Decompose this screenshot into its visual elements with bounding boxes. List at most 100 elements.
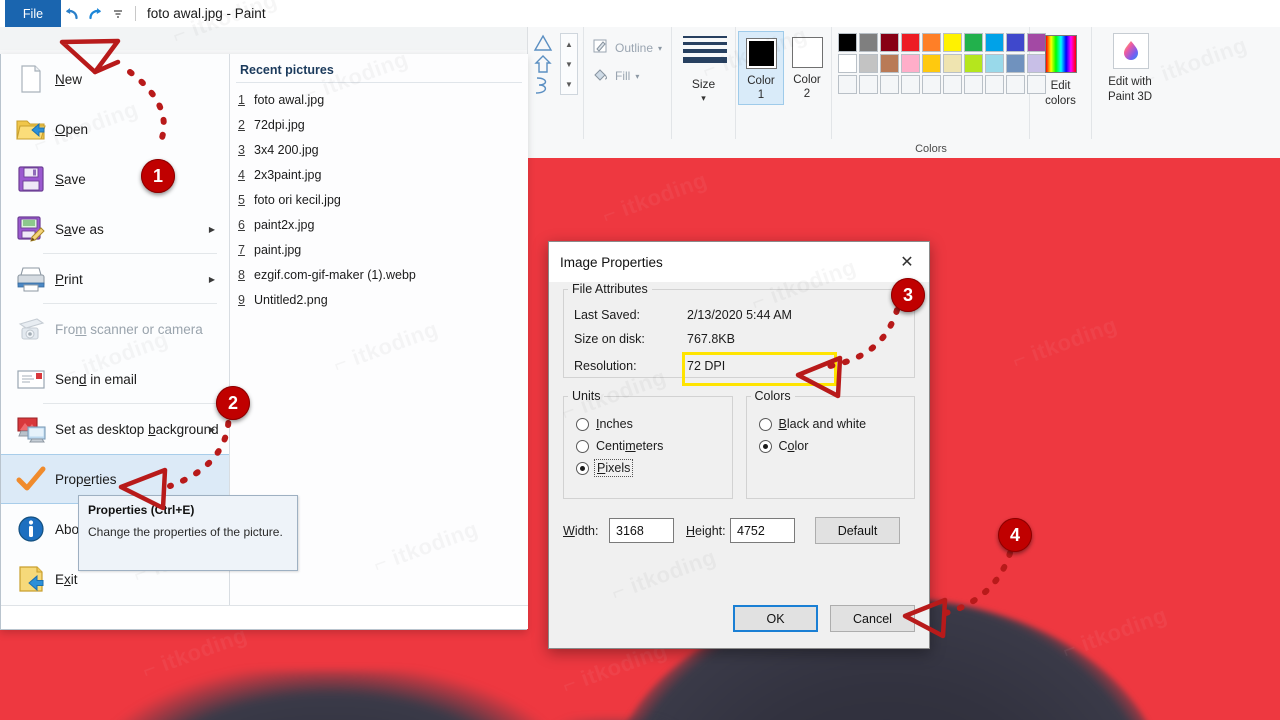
redo-icon[interactable] [84, 3, 106, 25]
properties-tooltip: Properties (Ctrl+E) Change the propertie… [78, 495, 298, 571]
palette-swatch-r2-c2[interactable] [859, 54, 878, 73]
color-palette-grid[interactable] [838, 33, 1046, 94]
recent-picture-item[interactable]: 2 72dpi.jpg [238, 112, 522, 137]
shapes-scroll-controls[interactable]: ▲ ▼ ▼ [560, 33, 578, 95]
close-icon[interactable]: ✕ [885, 242, 929, 282]
ribbon-group-size[interactable]: Size ▾ [672, 27, 736, 139]
file-menu-item-save-as[interactable]: Save as ▶ [1, 204, 229, 254]
color-spectrum-icon [1045, 35, 1077, 73]
recent-picture-item[interactable]: 6 paint2x.jpg [238, 212, 522, 237]
palette-swatch-r3-c7[interactable] [964, 75, 983, 94]
tab-file[interactable]: File [5, 0, 61, 27]
radio-label: Centimeters [596, 439, 664, 453]
default-button[interactable]: Default [815, 517, 900, 544]
edit-colors-button[interactable]: Edit colors [1030, 27, 1092, 139]
palette-swatch-r3-c5[interactable] [922, 75, 941, 94]
palette-swatch-r1-c5[interactable] [922, 33, 941, 52]
palette-swatch-r1-c4[interactable] [901, 33, 920, 52]
customize-qat-icon[interactable] [107, 3, 129, 25]
colors-legend: Colors [754, 389, 791, 403]
recent-picture-item[interactable]: 4 2x3paint.jpg [238, 162, 522, 187]
scroll-down-icon[interactable]: ▼ [561, 54, 577, 74]
edit-with-paint3d-button[interactable]: Edit with Paint 3D [1092, 27, 1168, 139]
chevron-down-icon[interactable]: ▾ [635, 72, 639, 81]
palette-swatch-r1-c9[interactable] [1006, 33, 1025, 52]
color-2-swatch [791, 37, 823, 68]
scroll-up-icon[interactable]: ▲ [561, 34, 577, 54]
height-input[interactable]: 4752 [730, 518, 795, 543]
width-input[interactable]: 3168 [609, 518, 674, 543]
chevron-down-icon[interactable]: ▾ [658, 44, 662, 53]
ribbon-right-groups: ▲ ▼ ▼ Outline ▾ Fill ▾ Size ▾ Color 1 Co… [527, 27, 1280, 158]
recent-picture-item[interactable]: 5 foto ori kecil.jpg [238, 187, 522, 212]
radio-color[interactable]: Color [758, 439, 915, 453]
shapes-expand-icon[interactable]: ▼ [561, 74, 577, 94]
palette-swatch-r2-c1[interactable] [838, 54, 857, 73]
annotation-badge-1: 1 [141, 159, 175, 193]
radio-indicator [576, 461, 589, 475]
file-menu-item-label: Set as desktop background [55, 421, 219, 437]
cancel-button[interactable]: Cancel [830, 605, 915, 632]
file-menu-item-set-as-desktop-background[interactable]: Set as desktop background ▶ [1, 404, 229, 454]
triangle-shape-icon[interactable] [532, 32, 554, 54]
recent-picture-item[interactable]: 3 3x4 200.jpg [238, 137, 522, 162]
watermark: ⌐ itkoding [608, 544, 720, 606]
palette-swatch-r1-c7[interactable] [964, 33, 983, 52]
palette-swatch-r3-c4[interactable] [901, 75, 920, 94]
new-document-icon [13, 61, 49, 97]
backstage-footer [1, 605, 528, 629]
palette-swatch-r2-c8[interactable] [985, 54, 1004, 73]
attr-key: Size on disk: [574, 332, 645, 346]
file-menu-item-print[interactable]: Print ▶ [1, 254, 229, 304]
palette-swatch-r1-c2[interactable] [859, 33, 878, 52]
chevron-down-icon[interactable]: ▾ [672, 93, 735, 104]
screen-root: ⌐ itkoding ⌐ itkoding ⌐ itkoding ⌐ itkod… [0, 0, 1280, 720]
fill-button[interactable]: Fill ▾ [592, 66, 639, 86]
recent-picture-item[interactable]: 8 ezgif.com-gif-maker (1).webp [238, 262, 522, 287]
pentagon-arrow-shape-icon[interactable] [532, 53, 554, 75]
annotation-badge-4: 4 [998, 518, 1032, 552]
palette-swatch-r3-c2[interactable] [859, 75, 878, 94]
palette-swatch-r3-c1[interactable] [838, 75, 857, 94]
palette-swatch-r2-c7[interactable] [964, 54, 983, 73]
radio-inches[interactable]: Inches [576, 417, 732, 431]
paint3d-label: Edit with Paint 3D [1107, 76, 1153, 103]
palette-swatch-r2-c5[interactable] [922, 54, 941, 73]
palette-swatch-r3-c9[interactable] [1006, 75, 1025, 94]
ok-button[interactable]: OK [733, 605, 818, 632]
radio-black-and-white[interactable]: Black and white [758, 417, 915, 431]
palette-swatch-r1-c3[interactable] [880, 33, 899, 52]
palette-swatch-r2-c4[interactable] [901, 54, 920, 73]
undo-icon[interactable] [61, 3, 83, 25]
file-menu-item-send-in-email[interactable]: Send in email [1, 354, 229, 404]
file-menu-item-open[interactable]: Open [1, 104, 229, 154]
palette-swatch-r3-c8[interactable] [985, 75, 1004, 94]
dialog-body: File Attributes Last Saved: 2/13/2020 5:… [549, 282, 929, 544]
file-menu-item-save[interactable]: Save [1, 154, 229, 204]
title-divider [135, 6, 136, 21]
file-menu-item-new[interactable]: New [1, 54, 229, 104]
color-2-button[interactable]: Color 2 [784, 31, 830, 105]
palette-swatch-r3-c3[interactable] [880, 75, 899, 94]
attr-key: Resolution: [574, 359, 637, 373]
palette-swatch-r3-c6[interactable] [943, 75, 962, 94]
palette-swatch-r1-c6[interactable] [943, 33, 962, 52]
outline-button[interactable]: Outline ▾ [592, 38, 662, 58]
color-1-button[interactable]: Color 1 [738, 31, 784, 105]
recent-picture-item[interactable]: 9 Untitled2.png [238, 287, 522, 312]
palette-swatch-r1-c8[interactable] [985, 33, 1004, 52]
recent-picture-item[interactable]: 7 paint.jpg [238, 237, 522, 262]
radio-pixels[interactable]: Pixels [576, 459, 732, 477]
palette-swatch-r2-c6[interactable] [943, 54, 962, 73]
dialog-title: Image Properties [560, 254, 663, 270]
recent-item-name: Untitled2.png [254, 292, 328, 307]
about-info-icon [13, 511, 49, 547]
palette-swatch-r1-c1[interactable] [838, 33, 857, 52]
curve-shape-icon[interactable] [532, 74, 554, 96]
recent-item-name: 3x4 200.jpg [254, 142, 319, 157]
palette-swatch-r2-c9[interactable] [1006, 54, 1025, 73]
radio-centimeters[interactable]: Centimeters [576, 439, 732, 453]
recent-picture-item[interactable]: 1 foto awal.jpg [238, 87, 522, 112]
size-lines-icon [683, 36, 727, 67]
palette-swatch-r2-c3[interactable] [880, 54, 899, 73]
